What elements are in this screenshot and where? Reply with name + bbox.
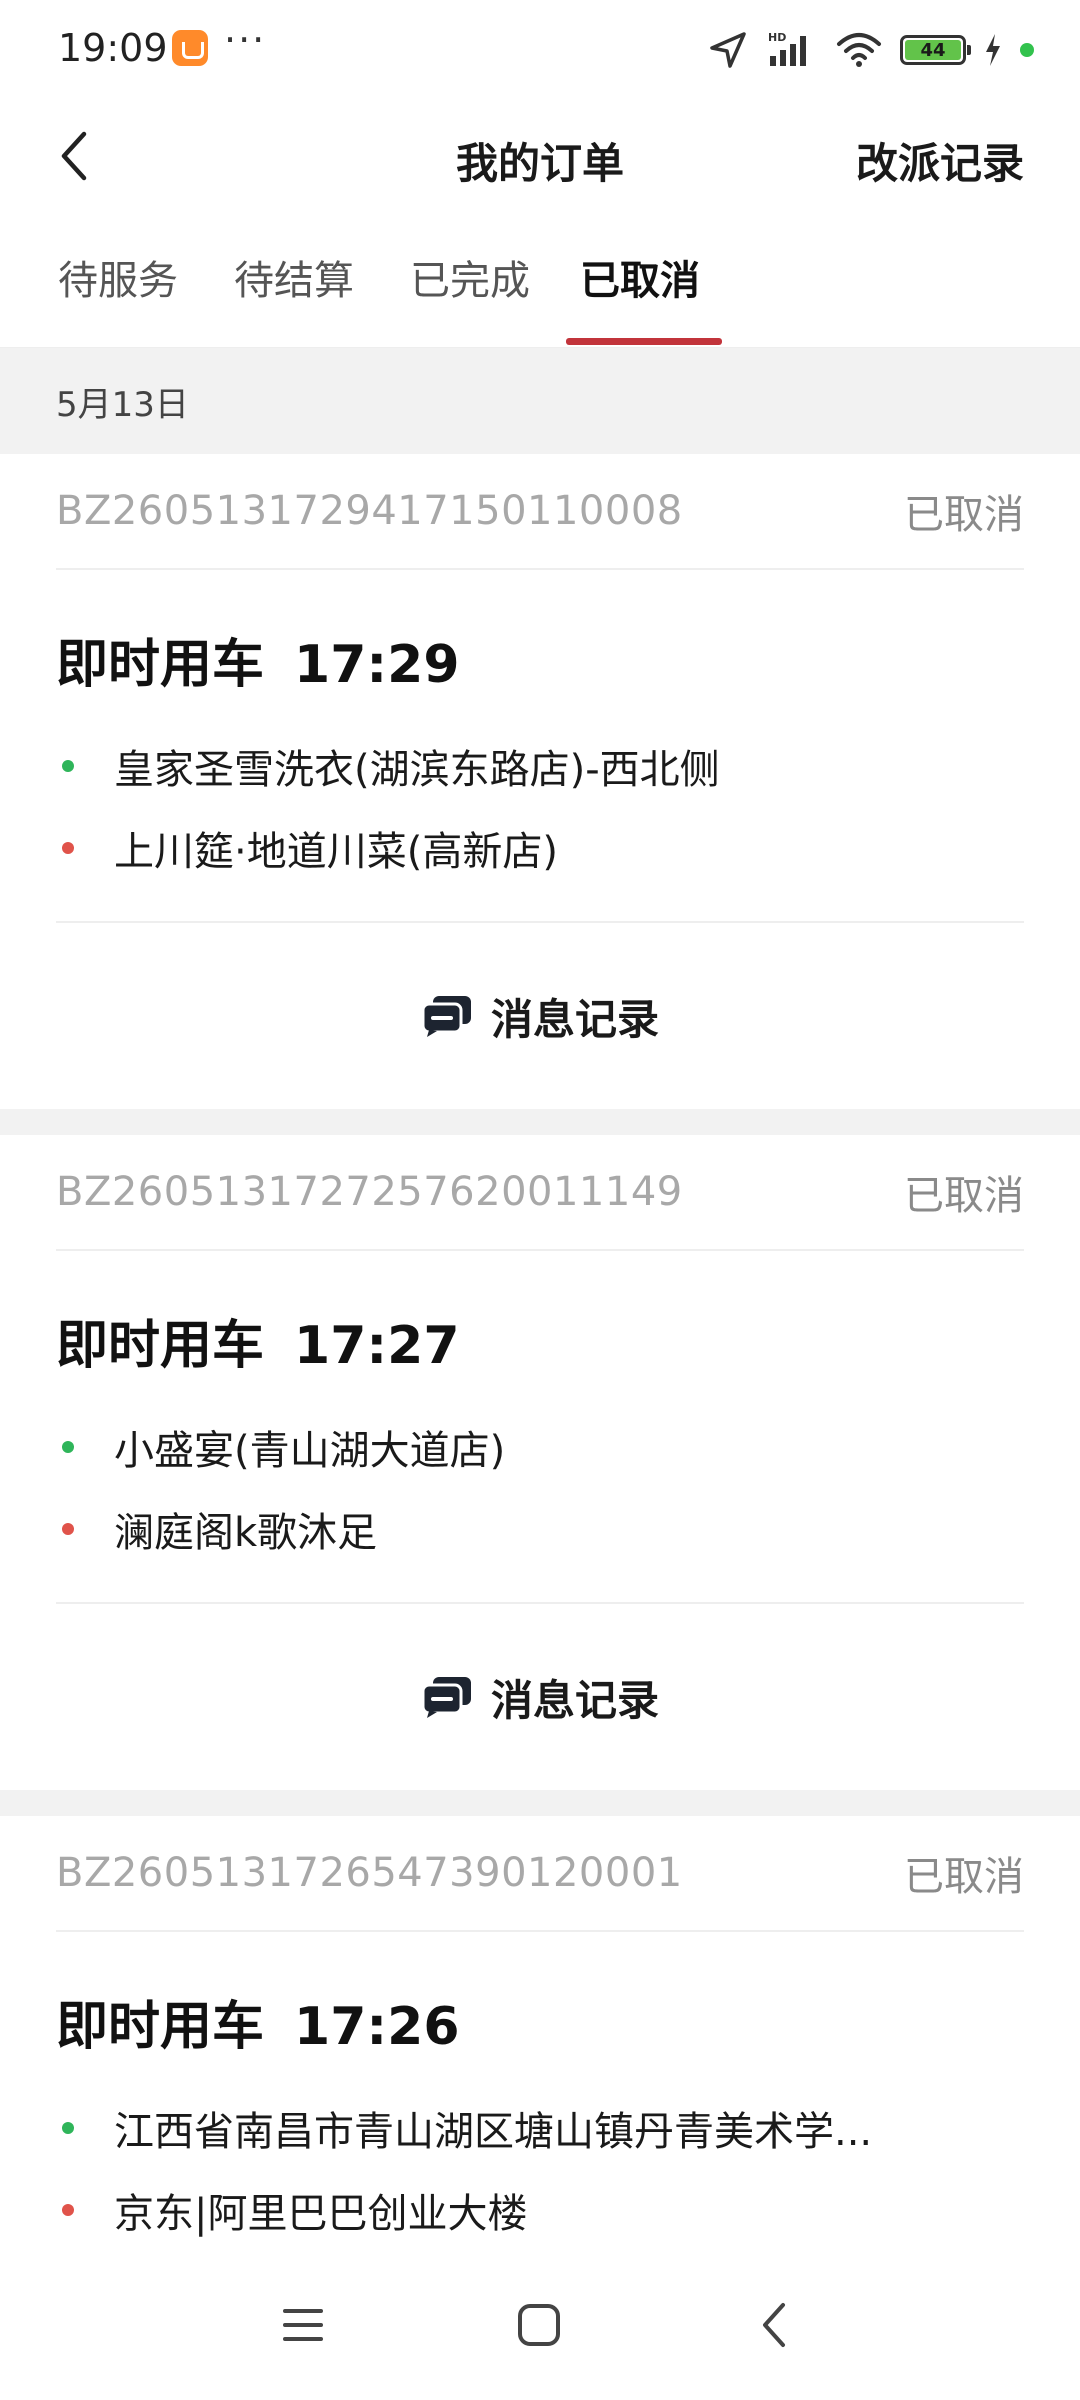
reassign-record-button[interactable]: 改派记录 [856,130,1024,191]
start-address: 江西省南昌市青山湖区塘山镇丹青美术学... [114,2109,873,2155]
privacy-indicator-icon [1020,43,1034,57]
trip-line: 即时用车 17:27 [56,1303,1024,1378]
end-address-row: 澜庭阁k歌沐足 [56,1488,1024,1570]
end-address-row: 上川筵·地道川菜(高新店) [56,807,1024,889]
start-address-row: 江西省南昌市青山湖区塘山镇丹青美术学... [56,2087,1024,2169]
tab-cancelled[interactable]: 已取消 [580,248,700,306]
end-dot-icon [62,2204,74,2216]
status-icons: HD 44 [708,28,1034,72]
trip-time: 17:29 [294,635,460,695]
start-dot-icon [62,1441,74,1453]
message-record-label: 消息记录 [490,1675,659,1725]
end-dot-icon [62,1523,74,1535]
trip-line: 即时用车 17:29 [56,622,1024,697]
nav-home-button[interactable] [504,2290,574,2360]
order-tabs: 待服务 待结算 已完成 已取消 [0,220,1080,348]
tab-pending-service[interactable]: 待服务 [58,248,178,306]
tab-indicator [566,338,722,345]
end-address: 澜庭阁k歌沐足 [114,1510,378,1556]
top-area: 19:09 ··· HD 44 我的订单 改派记录 待服务 待结算 已完成 已取… [0,0,1080,348]
trip-time: 17:27 [294,1316,460,1376]
battery-icon: 44 [900,35,971,65]
date-group-header: 5月13日 [56,384,189,425]
menu-icon [283,2309,323,2341]
order-number: BZ2605131726547390120001 [56,1850,683,1896]
start-dot-icon [62,2122,74,2134]
order-number: BZ2605131727257620011149 [56,1169,683,1215]
message-record-button[interactable]: 消息记录 [0,1604,1080,1790]
order-card-body: 即时用车 17:26 江西省南昌市青山湖区塘山镇丹青美术学... 京东|阿里巴巴… [56,1932,1024,2285]
order-card[interactable]: BZ2605131727257620011149 已取消 即时用车 17:27 … [0,1135,1080,1790]
location-icon [710,32,746,68]
system-nav-bar [0,2250,1080,2400]
message-icon [421,996,471,1037]
status-bar: 19:09 ··· HD 44 [0,0,1080,100]
tab-completed[interactable]: 已完成 [410,248,530,306]
order-card-head: BZ2605131729417150110008 已取消 [56,454,1024,570]
order-card-body: 即时用车 17:29 皇家圣雪洗衣(湖滨东路店)-西北侧 上川筵·地道川菜(高新… [56,570,1024,923]
end-address: 京东|阿里巴巴创业大楼 [114,2191,528,2237]
order-status: 已取消 [904,1854,1024,1900]
end-address: 上川筵·地道川菜(高新店) [114,829,558,875]
header: 我的订单 改派记录 [0,100,1080,220]
nav-menu-button[interactable] [268,2290,338,2360]
status-time: 19:09 [58,26,168,70]
home-square-icon [518,2304,560,2346]
battery-level: 44 [905,40,961,61]
start-address: 皇家圣雪洗衣(湖滨东路店)-西北侧 [114,747,720,793]
start-dot-icon [62,760,74,772]
message-record-label: 消息记录 [490,994,659,1044]
order-card-head: BZ2605131726547390120001 已取消 [56,1816,1024,1932]
order-card-head: BZ2605131727257620011149 已取消 [56,1135,1024,1251]
status-more-icon: ··· [224,18,267,62]
wifi-icon [837,33,881,67]
order-status: 已取消 [904,1173,1024,1219]
trip-time: 17:26 [294,1997,460,2057]
svg-text:HD: HD [768,31,786,44]
order-status: 已取消 [904,492,1024,538]
start-address-row: 小盛宴(青山湖大道店) [56,1406,1024,1488]
trip-type: 即时用车 [56,635,265,695]
signal-icon: HD [768,31,806,66]
message-record-button[interactable]: 消息记录 [0,923,1080,1109]
trip-line: 即时用车 17:26 [56,1984,1024,2059]
order-card-body: 即时用车 17:27 小盛宴(青山湖大道店) 澜庭阁k歌沐足 [56,1251,1024,1604]
trip-type: 即时用车 [56,1316,265,1376]
message-icon [421,1677,471,1718]
app-notification-icon [172,30,208,66]
tab-pending-settlement[interactable]: 待结算 [234,248,354,306]
charging-icon [986,34,1000,66]
end-dot-icon [62,842,74,854]
start-address: 小盛宴(青山湖大道店) [114,1428,506,1474]
end-address-row: 京东|阿里巴巴创业大楼 [56,2169,1024,2251]
order-card[interactable]: BZ2605131726547390120001 已取消 即时用车 17:26 … [0,1816,1080,2285]
trip-type: 即时用车 [56,1997,265,2057]
order-card[interactable]: BZ2605131729417150110008 已取消 即时用车 17:29 … [0,454,1080,1109]
nav-back-button[interactable] [740,2290,810,2360]
start-address-row: 皇家圣雪洗衣(湖滨东路店)-西北侧 [56,725,1024,807]
nav-back-icon [763,2303,785,2347]
order-number: BZ2605131729417150110008 [56,488,683,534]
